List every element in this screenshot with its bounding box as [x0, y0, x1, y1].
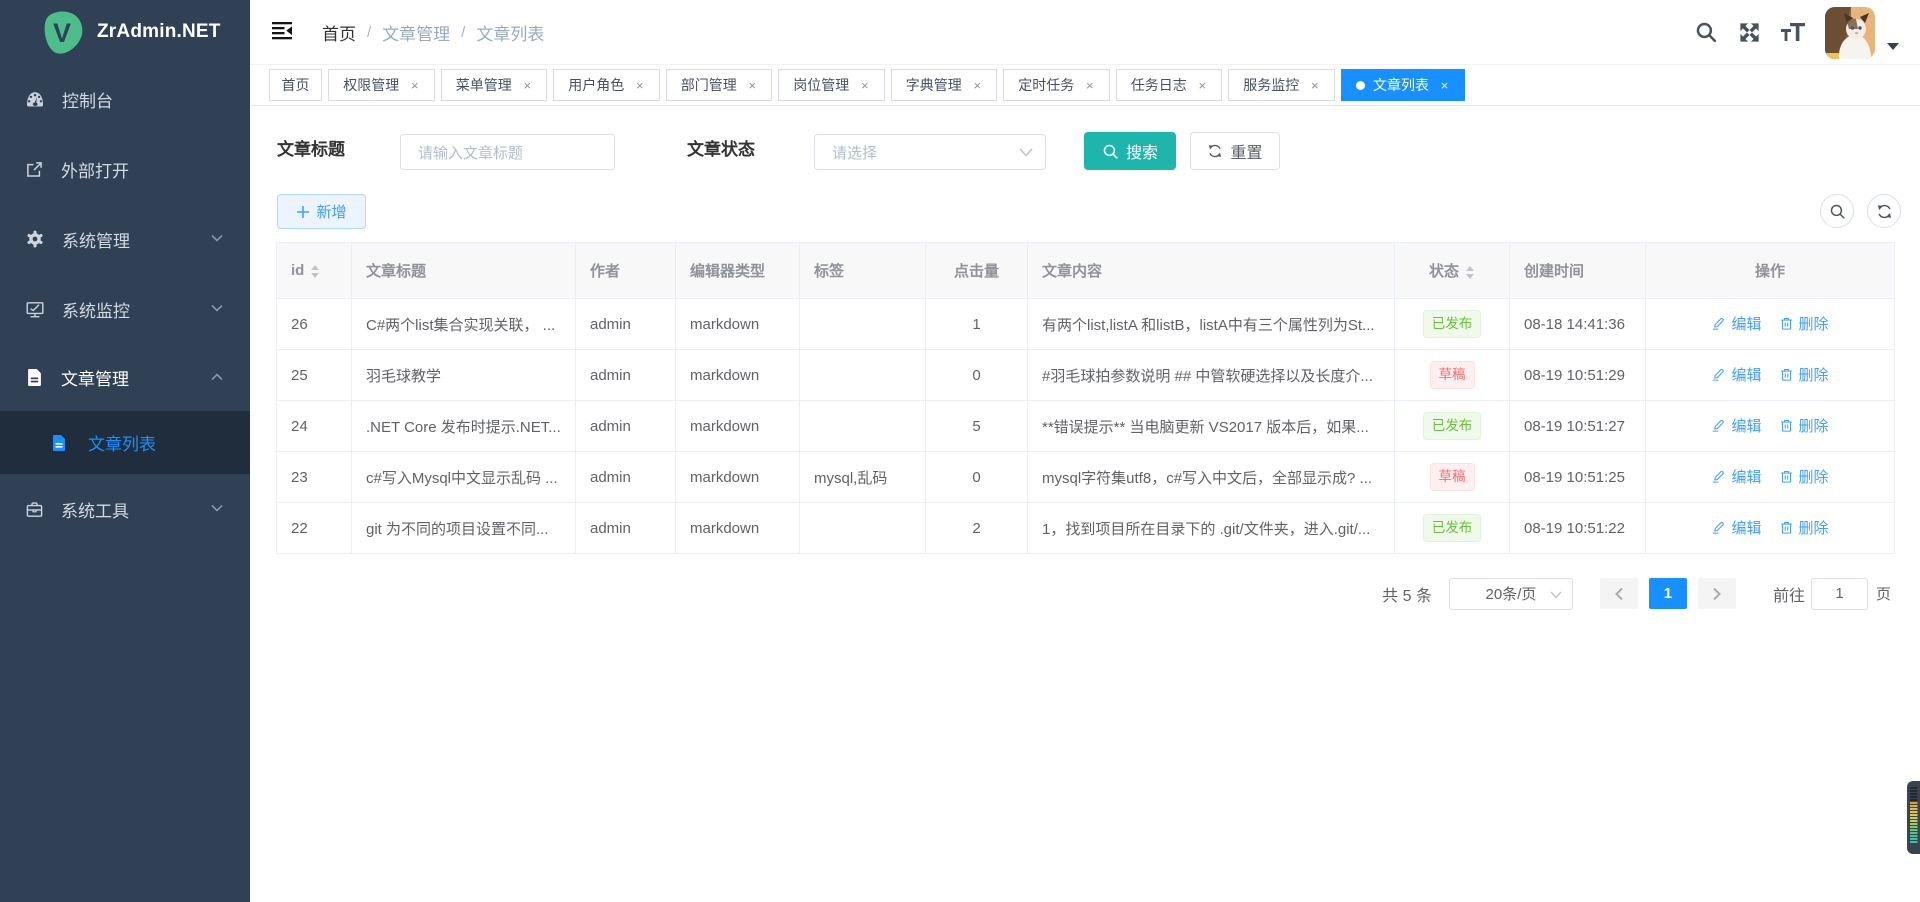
svg-text:V: V	[53, 18, 71, 48]
